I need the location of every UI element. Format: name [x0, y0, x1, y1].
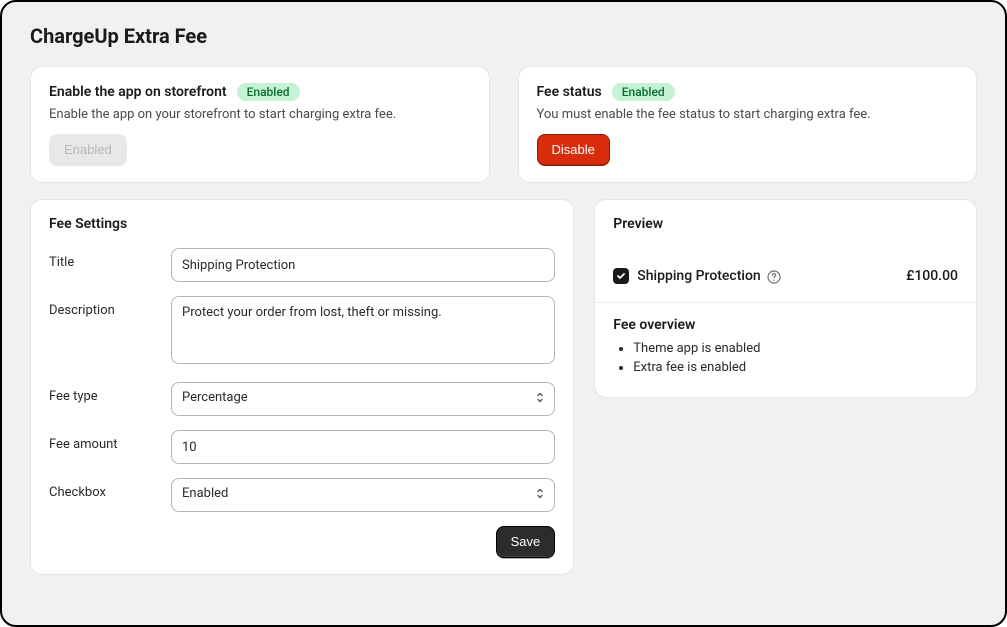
preview-heading: Preview	[613, 216, 958, 232]
app-frame: ChargeUp Extra Fee Enable the app on sto…	[0, 0, 1007, 627]
preview-card: Preview Shipping Protection £100.00 Fee …	[594, 199, 977, 398]
enabled-button: Enabled	[49, 134, 127, 166]
disable-button[interactable]: Disable	[537, 134, 610, 166]
fee-settings-heading: Fee Settings	[49, 216, 555, 232]
fee-status-description: You must enable the fee status to start …	[537, 107, 959, 122]
fee-overview-heading: Fee overview	[613, 317, 958, 333]
help-icon[interactable]	[767, 269, 781, 283]
save-button[interactable]: Save	[496, 526, 556, 558]
label-fee-amount: Fee amount	[49, 430, 171, 452]
status-badge: Enabled	[612, 83, 675, 101]
top-row: Enable the app on storefront Enabled Ena…	[30, 66, 977, 183]
fee-amount-input[interactable]	[171, 430, 555, 464]
page-title: ChargeUp Extra Fee	[30, 24, 977, 48]
description-textarea[interactable]: Protect your order from lost, theft or m…	[171, 296, 555, 364]
enable-storefront-heading: Enable the app on storefront	[49, 84, 227, 100]
fee-status-card: Fee status Enabled You must enable the f…	[518, 66, 978, 183]
fee-type-select[interactable]: Percentage	[171, 382, 555, 416]
card-header: Fee status Enabled	[537, 83, 959, 101]
label-checkbox: Checkbox	[49, 478, 171, 500]
enable-storefront-card: Enable the app on storefront Enabled Ena…	[30, 66, 490, 183]
preview-item-row: Shipping Protection £100.00	[595, 262, 976, 303]
label-fee-type: Fee type	[49, 382, 171, 404]
form-row-fee-type: Fee type Percentage	[49, 382, 555, 416]
preview-item-label: Shipping Protection	[637, 268, 760, 284]
list-item: Extra fee is enabled	[633, 360, 958, 375]
form-row-description: Description Protect your order from lost…	[49, 296, 555, 368]
main-row: Fee Settings Title Description Protect y…	[30, 199, 977, 575]
form-row-title: Title	[49, 248, 555, 282]
fee-status-heading: Fee status	[537, 84, 602, 100]
checkbox-select[interactable]: Enabled	[171, 478, 555, 512]
card-header: Enable the app on storefront Enabled	[49, 83, 471, 101]
fee-settings-card: Fee Settings Title Description Protect y…	[30, 199, 574, 575]
label-title: Title	[49, 248, 171, 270]
title-input[interactable]	[171, 248, 555, 282]
preview-price: £100.00	[906, 268, 958, 284]
label-description: Description	[49, 296, 171, 318]
fee-overview-list: Theme app is enabled Extra fee is enable…	[613, 341, 958, 375]
form-row-checkbox: Checkbox Enabled	[49, 478, 555, 512]
check-icon	[616, 271, 626, 281]
form-row-fee-amount: Fee amount	[49, 430, 555, 464]
status-badge: Enabled	[237, 83, 300, 101]
fee-overview-section: Fee overview Theme app is enabled Extra …	[595, 303, 976, 397]
save-row: Save	[49, 526, 555, 558]
list-item: Theme app is enabled	[633, 341, 958, 356]
preview-checkbox[interactable]	[613, 268, 629, 284]
enable-storefront-description: Enable the app on your storefront to sta…	[49, 107, 471, 122]
